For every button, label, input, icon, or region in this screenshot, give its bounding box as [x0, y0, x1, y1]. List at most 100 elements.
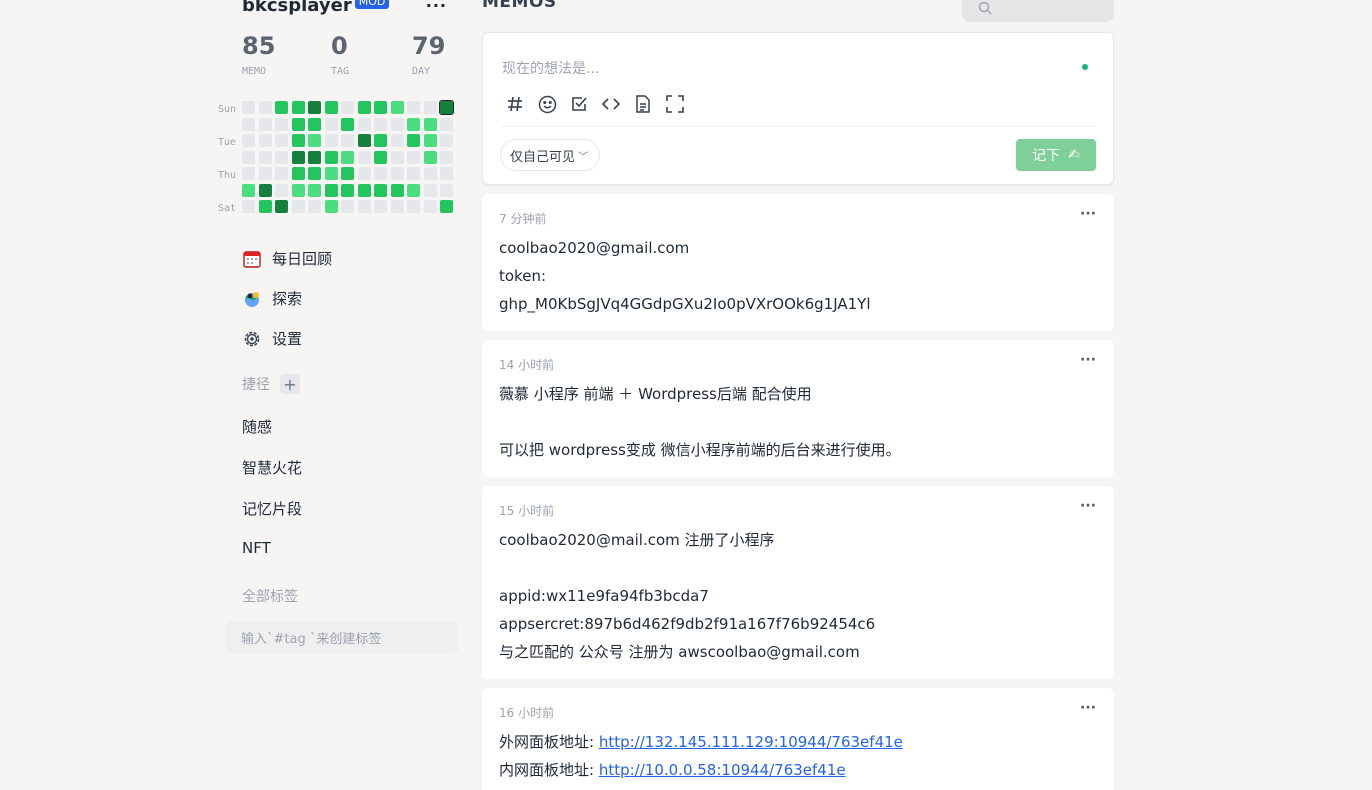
heatmap-cell[interactable]	[423, 134, 437, 147]
heatmap-cell[interactable]	[308, 150, 321, 164]
heatmap-cell[interactable]	[324, 200, 338, 213]
checkbox-icon[interactable]	[568, 93, 590, 115]
heatmap-cell[interactable]	[242, 101, 255, 114]
heatmap-cell[interactable]	[390, 150, 404, 164]
heatmap-cell[interactable]	[390, 200, 404, 213]
heatmap-cell[interactable]	[341, 150, 354, 164]
emoji-icon[interactable]	[536, 93, 558, 115]
shortcut-item[interactable]: 随感	[242, 416, 272, 437]
heatmap-cell[interactable]	[275, 150, 288, 164]
heatmap-cell[interactable]	[407, 167, 420, 180]
heatmap-cell[interactable]	[324, 117, 338, 131]
heatmap-cell[interactable]	[357, 101, 371, 114]
heatmap-cell[interactable]	[275, 134, 288, 147]
heatmap-cell[interactable]	[308, 200, 321, 213]
heatmap-cell[interactable]	[341, 101, 354, 114]
heatmap-cell[interactable]	[440, 200, 453, 213]
heatmap-cell[interactable]	[324, 150, 338, 164]
heatmap-cell[interactable]	[439, 100, 454, 115]
panel-link-external[interactable]: http://132.145.111.129:10944/763ef41e	[599, 733, 903, 751]
heatmap-cell[interactable]	[341, 117, 354, 131]
heatmap-cell[interactable]	[407, 101, 420, 114]
heatmap-cell[interactable]	[242, 117, 255, 131]
heatmap-cell[interactable]	[291, 150, 305, 164]
heatmap-cell[interactable]	[374, 117, 387, 131]
heatmap-cell[interactable]	[440, 150, 453, 164]
memo-input[interactable]: 现在的想法是...	[502, 58, 599, 78]
heatmap-cell[interactable]	[357, 183, 371, 197]
shortcut-item[interactable]: 智慧火花	[242, 457, 302, 478]
heatmap-cell[interactable]	[258, 200, 272, 213]
user-menu-more-icon[interactable]: ···	[426, 0, 447, 15]
heatmap-cell[interactable]	[407, 200, 420, 213]
heatmap-cell[interactable]	[291, 134, 305, 147]
fullscreen-icon[interactable]	[664, 93, 686, 115]
more-icon[interactable]: ···	[1080, 498, 1096, 514]
more-icon[interactable]: ···	[1080, 206, 1096, 222]
heatmap-cell[interactable]	[440, 117, 453, 131]
heatmap-cell[interactable]	[423, 101, 437, 114]
heatmap-cell[interactable]	[423, 200, 437, 213]
heatmap-cell[interactable]	[407, 117, 420, 131]
heatmap-cell[interactable]	[374, 200, 387, 213]
heatmap-cell[interactable]	[258, 134, 272, 147]
heatmap-cell[interactable]	[308, 167, 321, 180]
heatmap-cell[interactable]	[275, 101, 288, 114]
heatmap-cell[interactable]	[390, 117, 404, 131]
heatmap-cell[interactable]	[258, 167, 272, 180]
heatmap-cell[interactable]	[407, 134, 420, 147]
more-icon[interactable]: ···	[1080, 700, 1096, 716]
add-shortcut-button[interactable]: +	[280, 374, 300, 394]
heatmap-cell[interactable]	[291, 200, 305, 213]
heatmap-cell[interactable]	[341, 134, 354, 147]
heatmap-cell[interactable]	[242, 167, 255, 180]
nav-settings[interactable]: 设置	[242, 328, 302, 349]
heatmap-cell[interactable]	[374, 101, 387, 114]
heatmap-cell[interactable]	[308, 134, 321, 147]
heatmap-cell[interactable]	[374, 134, 387, 147]
visibility-select[interactable]: 仅自己可见 ﹀	[500, 139, 600, 171]
heatmap-cell[interactable]	[440, 167, 453, 180]
heatmap-cell[interactable]	[374, 167, 387, 180]
heatmap-cell[interactable]	[357, 134, 371, 147]
heatmap-cell[interactable]	[423, 117, 437, 131]
heatmap-cell[interactable]	[275, 117, 288, 131]
document-icon[interactable]	[632, 93, 654, 115]
heatmap-cell[interactable]	[308, 183, 321, 197]
nav-explore[interactable]: 探索	[242, 288, 302, 309]
heatmap-cell[interactable]	[258, 150, 272, 164]
heatmap-cell[interactable]	[423, 167, 437, 180]
heatmap-cell[interactable]	[374, 183, 387, 197]
heatmap-cell[interactable]	[308, 101, 321, 114]
heatmap-cell[interactable]	[258, 101, 272, 114]
heatmap-cell[interactable]	[308, 117, 321, 131]
heatmap-cell[interactable]	[324, 134, 338, 147]
username[interactable]: bkcsplayer	[242, 0, 352, 16]
heatmap-cell[interactable]	[357, 150, 371, 164]
heatmap-cell[interactable]	[275, 167, 288, 180]
heatmap-cell[interactable]	[291, 117, 305, 131]
nav-daily-review[interactable]: 每日回顾	[242, 248, 332, 269]
hashtag-icon[interactable]	[504, 93, 526, 115]
shortcut-item[interactable]: NFT	[242, 539, 271, 557]
heatmap-cell[interactable]	[357, 200, 371, 213]
heatmap-cell[interactable]	[423, 150, 437, 164]
search-input[interactable]	[962, 0, 1114, 22]
heatmap-cell[interactable]	[291, 183, 305, 197]
heatmap-cell[interactable]	[242, 150, 255, 164]
heatmap-cell[interactable]	[324, 167, 338, 180]
panel-link-internal[interactable]: http://10.0.0.58:10944/763ef41e	[599, 761, 846, 779]
heatmap-cell[interactable]	[440, 183, 453, 197]
heatmap-cell[interactable]	[374, 150, 387, 164]
heatmap-cell[interactable]	[275, 183, 288, 197]
heatmap-cell[interactable]	[291, 101, 305, 114]
heatmap-cell[interactable]	[423, 183, 437, 197]
heatmap-cell[interactable]	[258, 183, 272, 197]
heatmap-cell[interactable]	[390, 167, 404, 180]
heatmap-cell[interactable]	[407, 150, 420, 164]
heatmap-cell[interactable]	[390, 101, 404, 114]
heatmap-cell[interactable]	[242, 200, 255, 213]
heatmap-cell[interactable]	[390, 183, 404, 197]
code-icon[interactable]	[600, 93, 622, 115]
heatmap-cell[interactable]	[440, 134, 453, 147]
